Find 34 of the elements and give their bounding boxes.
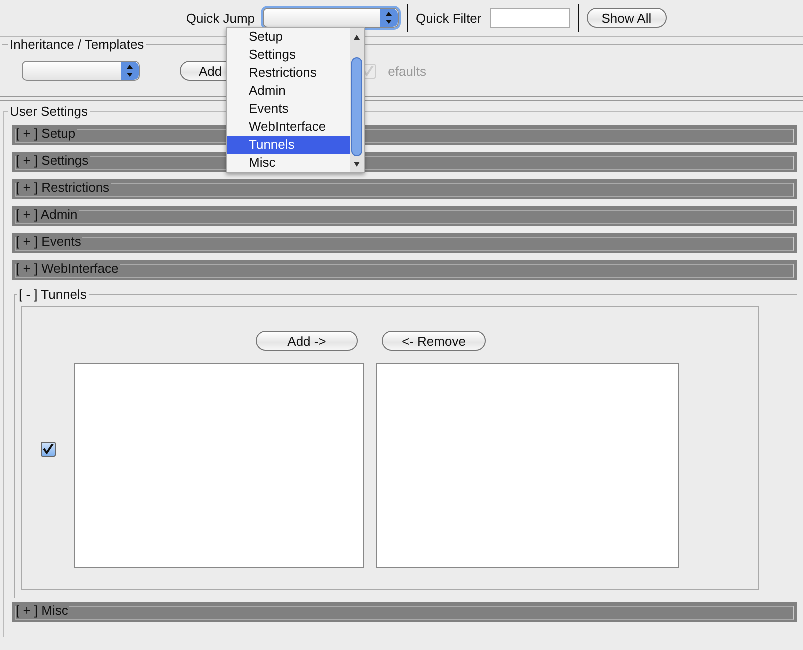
show-all-button[interactable]: Show All	[586, 8, 667, 28]
tunnels-checkbox[interactable]	[40, 442, 56, 456]
user-settings-title: User Settings	[9, 104, 90, 119]
section-title[interactable]: [ + ] Settings	[16, 152, 90, 168]
stepper-arrows-icon	[380, 9, 398, 27]
menu-item[interactable]: Tunnels	[227, 136, 350, 154]
remove-button[interactable]: <- Remove	[382, 331, 486, 351]
defaults-label: efaults	[388, 64, 426, 78]
quick-jump-label: Quick Jump	[186, 10, 256, 26]
collapsed-section-bar[interactable]: [ + ] WebInterface	[12, 260, 797, 280]
section-title[interactable]: [ + ] WebInterface	[16, 260, 120, 276]
collapsed-section-bar[interactable]: [ + ] Misc	[12, 602, 797, 622]
quick-jump-dropdown[interactable]	[263, 8, 400, 28]
add-button[interactable]: Add ->	[256, 331, 358, 351]
menu-item[interactable]: Events	[227, 100, 350, 118]
template-dropdown[interactable]	[22, 61, 140, 81]
section-title[interactable]: [ + ] Admin	[16, 206, 79, 222]
section-title[interactable]: [ + ] Events	[16, 234, 82, 248]
collapsed-section-bar[interactable]: [ + ] Events	[12, 233, 797, 253]
section-title[interactable]: [ + ] Restrictions	[16, 180, 111, 194]
collapsed-section-bar[interactable]: [ + ] Admin	[12, 206, 797, 226]
menu-item[interactable]: Settings	[227, 46, 350, 64]
section-title[interactable]: [ + ] Setup	[16, 126, 77, 140]
quick-filter-field[interactable]	[490, 8, 570, 28]
menu-item[interactable]: Misc	[227, 154, 350, 172]
menu-item[interactable]: Setup	[227, 28, 350, 46]
menu-item[interactable]: Admin	[227, 82, 350, 100]
scrollbar-icon	[350, 28, 364, 172]
section-title[interactable]: [ + ] Misc	[16, 602, 70, 618]
collapsed-section-bar[interactable]: [ + ] Restrictions	[12, 179, 797, 199]
stepper-arrows-icon	[121, 62, 139, 80]
section-title[interactable]: [ - ] Tunnels	[17, 287, 89, 302]
inheritance-title: Inheritance / Templates	[9, 37, 146, 52]
quick-filter-label: Quick Filter	[416, 10, 482, 26]
